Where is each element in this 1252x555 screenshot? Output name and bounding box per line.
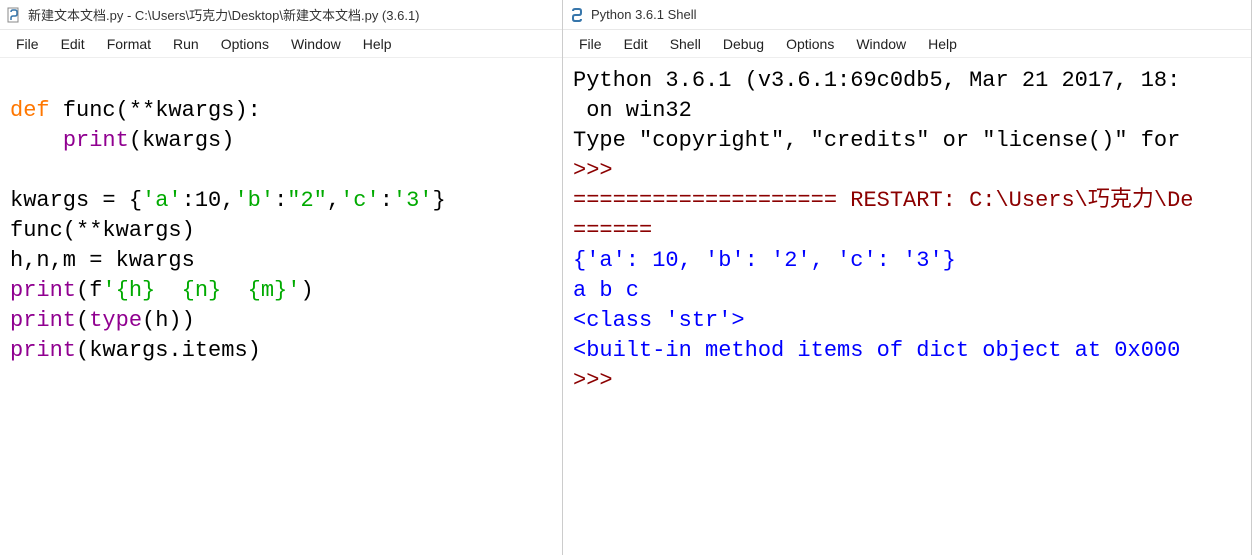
shell-line: Python 3.6.1 (v3.6.1:69c0db5, Mar 21 201…: [573, 68, 1180, 93]
shell-menu-window[interactable]: Window: [846, 33, 916, 55]
shell-menubar: File Edit Shell Debug Options Window Hel…: [563, 30, 1251, 58]
shell-output: <built-in method items of dict object at…: [573, 338, 1180, 363]
shell-menu-shell[interactable]: Shell: [660, 33, 711, 55]
shell-menu-edit[interactable]: Edit: [614, 33, 658, 55]
editor-title: 新建文本文档.py - C:\Users\巧克力\Desktop\新建文本文档.…: [28, 5, 420, 24]
shell-output: a b c: [573, 278, 639, 303]
menu-options[interactable]: Options: [211, 33, 279, 55]
editor-menubar: File Edit Format Run Options Window Help: [0, 30, 562, 58]
shell-menu-help[interactable]: Help: [918, 33, 967, 55]
menu-format[interactable]: Format: [97, 33, 161, 55]
editor-window: 新建文本文档.py - C:\Users\巧克力\Desktop\新建文本文档.…: [0, 0, 563, 555]
shell-menu-options[interactable]: Options: [776, 33, 844, 55]
shell-menu-file[interactable]: File: [569, 33, 612, 55]
shell-line: Type "copyright", "credits" or "license(…: [573, 128, 1180, 153]
shell-output: <class 'str'>: [573, 308, 745, 333]
shell-line: on win32: [573, 98, 692, 123]
shell-output-area[interactable]: Python 3.6.1 (v3.6.1:69c0db5, Mar 21 201…: [563, 58, 1251, 555]
menu-window[interactable]: Window: [281, 33, 351, 55]
shell-title: Python 3.6.1 Shell: [591, 7, 697, 22]
editor-code-area[interactable]: def func(**kwargs): print(kwargs) kwargs…: [0, 58, 562, 555]
menu-run[interactable]: Run: [163, 33, 209, 55]
shell-window: Python 3.6.1 Shell File Edit Shell Debug…: [563, 0, 1252, 555]
shell-line: ==================== RESTART: C:\Users\巧…: [573, 188, 1194, 213]
shell-prompt: >>>: [573, 158, 613, 183]
code-line: def func(**kwargs): print(kwargs) kwargs…: [10, 66, 552, 366]
shell-prompt: >>>: [573, 368, 613, 393]
menu-help[interactable]: Help: [353, 33, 402, 55]
python-shell-icon: [569, 7, 585, 23]
shell-menu-debug[interactable]: Debug: [713, 33, 774, 55]
shell-output: {'a': 10, 'b': '2', 'c': '3'}: [573, 248, 956, 273]
shell-line: ======: [573, 218, 652, 243]
python-file-icon: [6, 7, 22, 23]
menu-edit[interactable]: Edit: [51, 33, 95, 55]
menu-file[interactable]: File: [6, 33, 49, 55]
editor-titlebar: 新建文本文档.py - C:\Users\巧克力\Desktop\新建文本文档.…: [0, 0, 562, 30]
shell-titlebar: Python 3.6.1 Shell: [563, 0, 1251, 30]
